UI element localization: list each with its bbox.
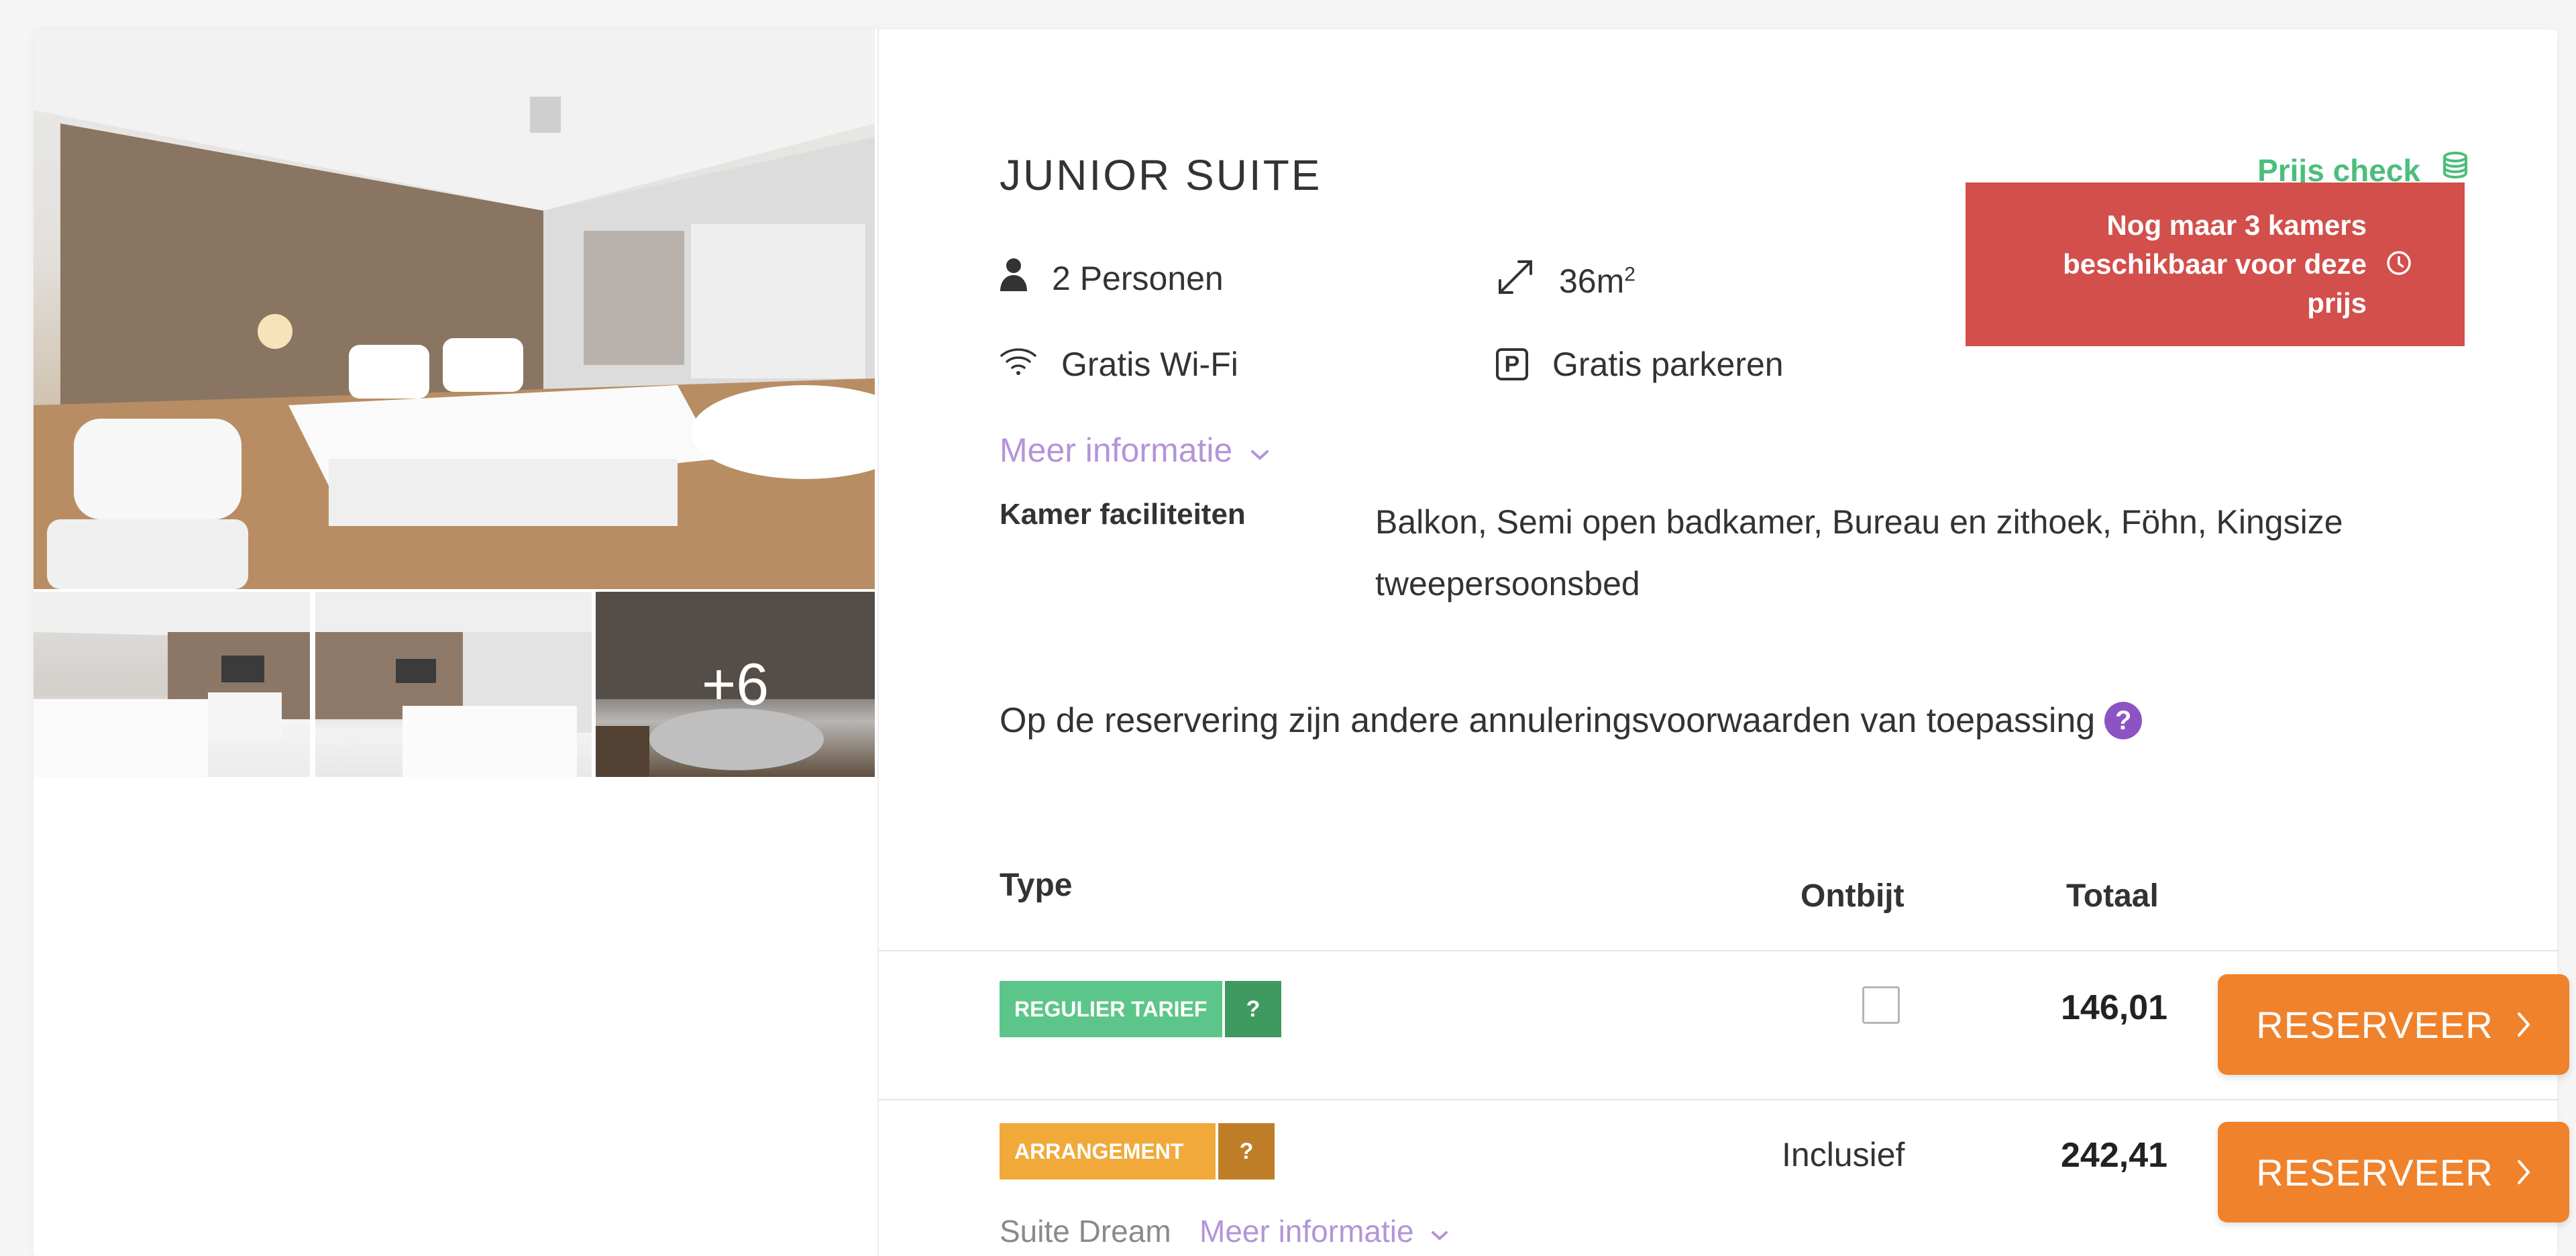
size-label: 36m2 <box>1559 262 1635 300</box>
rate-tag-regular: REGULIER TARIEF ? <box>1000 981 1281 1037</box>
reserve-button-label: RESERVEER <box>2256 1151 2493 1194</box>
reserve-button-label: RESERVEER <box>2256 1003 2493 1046</box>
column-header-breakfast: Ontbijt <box>1801 878 1904 914</box>
column-header-total: Totaal <box>2066 878 2159 914</box>
chevron-right-icon <box>2516 1151 2531 1194</box>
wifi-label: Gratis Wi-Fi <box>1061 346 1238 383</box>
chevron-right-icon <box>2516 1003 2531 1047</box>
expand-arrows-icon <box>1496 258 1535 305</box>
thumbnail-2[interactable] <box>315 592 592 777</box>
clock-icon <box>2385 250 2412 280</box>
room-details: JUNIOR SUITE Prijs check Nog maar 3 kame… <box>877 30 2569 1256</box>
parking-icon: P <box>1496 348 1528 380</box>
thumbnail-more[interactable]: +6 <box>596 592 875 777</box>
room-card: +6 JUNIOR SUITE Prijs check Nog maar 3 k… <box>34 30 2569 1256</box>
row-divider <box>879 950 2559 951</box>
column-header-type: Type <box>1000 868 1073 903</box>
facilities-label: Kamer faciliteiten <box>1000 498 1246 531</box>
package-more-info-toggle[interactable]: Meer informatie <box>1199 1213 1449 1249</box>
breakfast-included: Inclusief <box>1782 1136 1905 1173</box>
rate-price: 146,01 <box>2061 988 2168 1027</box>
more-photos-count: +6 <box>596 592 875 777</box>
more-info-toggle[interactable]: Meer informatie <box>1000 431 1270 470</box>
rate-tag-label: ARRANGEMENT <box>1000 1123 1216 1180</box>
thumbnail-1[interactable] <box>34 592 310 777</box>
more-info-label: Meer informatie <box>1000 431 1233 469</box>
chevron-down-icon <box>1430 1213 1449 1249</box>
row-divider <box>879 1099 2559 1100</box>
room-title: JUNIOR SUITE <box>1000 151 1322 199</box>
reserve-button[interactable]: RESERVEER <box>2218 974 2569 1075</box>
feature-size: 36m2 <box>1496 258 1635 305</box>
rate-tag-label: REGULIER TARIEF <box>1000 981 1222 1037</box>
feature-persons: 2 Personen <box>1000 258 1224 299</box>
persons-label: 2 Personen <box>1052 260 1224 297</box>
reserve-button[interactable]: RESERVEER <box>2218 1122 2569 1222</box>
breakfast-checkbox[interactable] <box>1862 986 1900 1024</box>
feature-wifi: Gratis Wi-Fi <box>1000 345 1238 384</box>
availability-text: Nog maar 3 kamers beschikbaar voor deze … <box>2063 209 2367 319</box>
cancellation-text: Op de reservering zijn andere annulering… <box>1000 701 2096 740</box>
rate-tag-arrangement: ARRANGEMENT ? <box>1000 1123 1275 1180</box>
person-icon <box>1000 258 1028 299</box>
rate-price: 242,41 <box>2061 1136 2168 1175</box>
feature-parking: P Gratis parkeren <box>1496 345 1784 384</box>
chevron-down-icon <box>1250 431 1270 470</box>
help-icon[interactable]: ? <box>2104 702 2143 739</box>
parking-label: Gratis parkeren <box>1552 346 1784 383</box>
rate-help-button[interactable]: ? <box>1225 981 1281 1037</box>
wifi-icon <box>1000 345 1037 384</box>
main-room-photo[interactable] <box>34 30 875 589</box>
package-name: Suite Dream <box>1000 1214 1171 1249</box>
rate-help-button[interactable]: ? <box>1218 1123 1275 1180</box>
package-more-info-label: Meer informatie <box>1199 1214 1414 1249</box>
cancellation-note: Op de reservering zijn andere annulering… <box>1000 700 2143 741</box>
photo-gallery: +6 <box>34 30 875 781</box>
availability-alert: Nog maar 3 kamers beschikbaar voor deze … <box>1966 182 2465 346</box>
facilities-list: Balkon, Semi open badkamer, Bureau en zi… <box>1375 503 2343 603</box>
